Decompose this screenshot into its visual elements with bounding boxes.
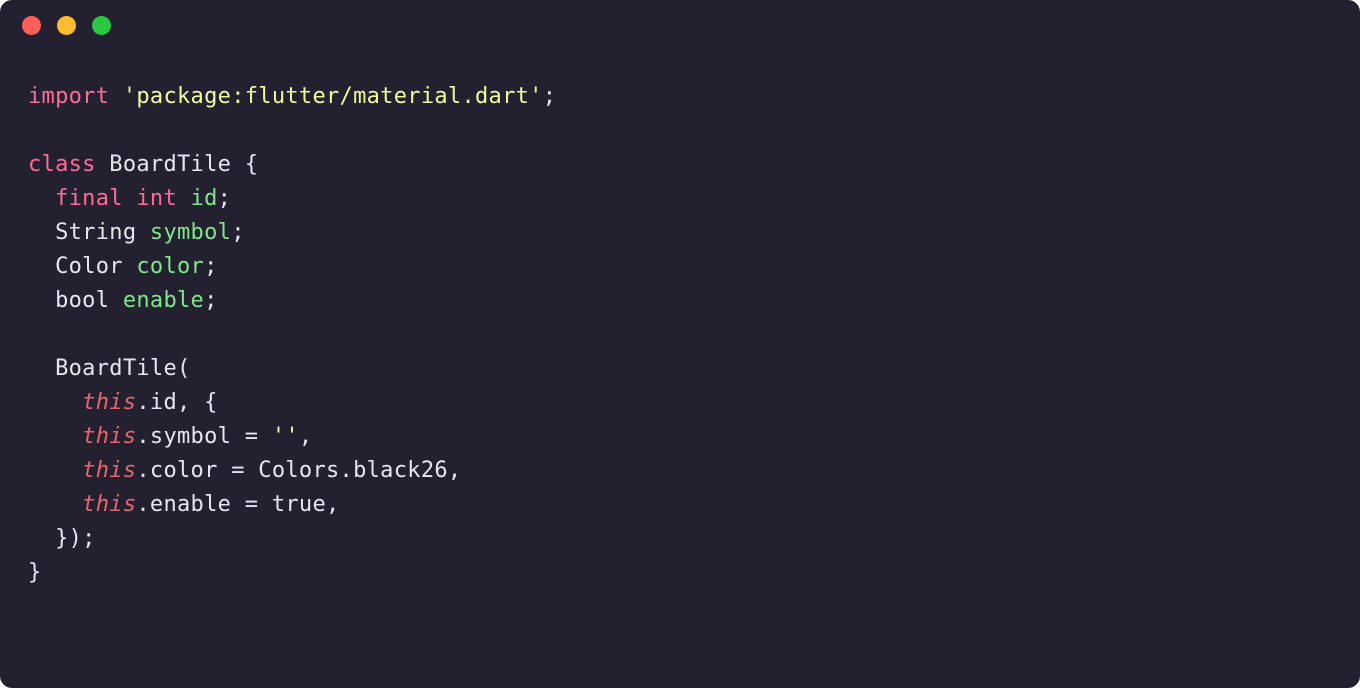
token-string: 'package:flutter/material.dart' [123,84,543,109]
token-bool: true [272,492,326,517]
token-plain [28,458,82,483]
code-line: this.id, { [28,386,1332,420]
token-prop: .enable = [136,492,271,517]
token-punct: ; [543,84,557,109]
code-line: }); [28,522,1332,556]
token-type: Color [28,254,136,279]
code-line: } [28,556,1332,590]
minimize-icon[interactable] [57,16,76,35]
token-this: this [82,492,136,517]
token-plain [28,186,55,211]
token-keyword: import [28,84,123,109]
code-line: String symbol; [28,216,1332,250]
token-punct: ; [231,220,245,245]
code-area[interactable]: import 'package:flutter/material.dart'; … [0,50,1360,590]
code-line: BoardTile( [28,352,1332,386]
code-line: import 'package:flutter/material.dart'; [28,80,1332,114]
token-punct: , [299,424,313,449]
token-punct: ; [218,186,232,211]
token-type: BoardTile [109,152,244,177]
token-punct: }); [28,526,96,551]
code-line: bool enable; [28,284,1332,318]
code-line [28,318,1332,352]
token-ident: id [191,186,218,211]
token-keyword: final [55,186,136,211]
token-this: this [82,424,136,449]
token-keyword: class [28,152,109,177]
token-keyword: int [136,186,190,211]
token-this: this [82,458,136,483]
token-plain [28,492,82,517]
code-line: class BoardTile { [28,148,1332,182]
token-prop: .id, { [136,390,217,415]
token-prop: .color = Colors.black26, [136,458,461,483]
token-ident: color [136,254,204,279]
code-line: this.color = Colors.black26, [28,454,1332,488]
close-icon[interactable] [22,16,41,35]
token-this: this [82,390,136,415]
titlebar [0,0,1360,50]
token-punct: } [28,560,42,585]
token-plain [28,390,82,415]
token-punct: , [326,492,340,517]
code-line: final int id; [28,182,1332,216]
token-prop: .symbol = [136,424,271,449]
token-punct: { [245,152,259,177]
token-ident: symbol [150,220,231,245]
code-line: Color color; [28,250,1332,284]
token-punct: ; [204,288,218,313]
token-punct: ; [204,254,218,279]
code-line: this.symbol = '', [28,420,1332,454]
token-type: BoardTile( [28,356,191,381]
token-type: String [28,220,150,245]
code-line: this.enable = true, [28,488,1332,522]
token-plain [28,424,82,449]
code-line [28,114,1332,148]
token-type: bool [28,288,123,313]
token-string: '' [272,424,299,449]
zoom-icon[interactable] [92,16,111,35]
token-ident: enable [123,288,204,313]
editor-window: import 'package:flutter/material.dart'; … [0,0,1360,688]
